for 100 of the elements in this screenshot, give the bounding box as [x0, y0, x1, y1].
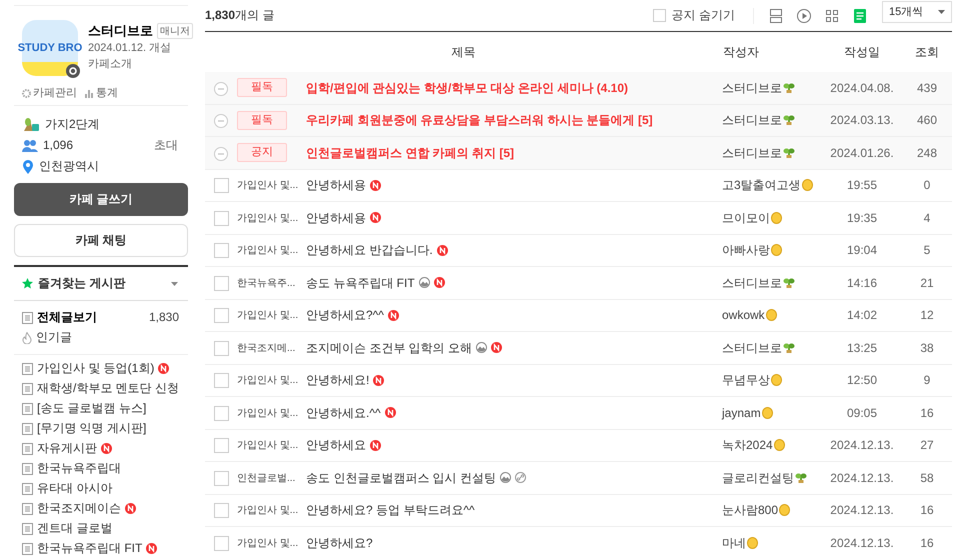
post-title[interactable]: 안녕하세용 [306, 210, 366, 226]
row-checkbox[interactable] [214, 536, 228, 551]
board-link[interactable]: 한국뉴욕주립대 [37, 461, 121, 476]
favorites-title: 즐겨찾는 게시판 [38, 275, 126, 292]
board-icon [22, 542, 33, 554]
author-name[interactable]: 므이모이 [722, 210, 770, 226]
board-name[interactable]: 가입인사 및... [237, 375, 298, 386]
author-name[interactable]: owkowk [722, 307, 765, 324]
board-icon [22, 462, 33, 474]
stats-link[interactable]: 통계 [96, 86, 118, 100]
play-view-icon[interactable] [796, 8, 812, 24]
post-title[interactable]: 안녕하세요? 등업 부탁드려요^^ [306, 502, 475, 518]
view-count: 21 [920, 276, 934, 290]
post-title[interactable]: 안녕하세요 [306, 437, 366, 454]
author-name[interactable]: 글로리컨설팅 [722, 470, 794, 486]
board-link[interactable]: 유타대 아시아 [37, 481, 112, 496]
board-link[interactable]: 자유게시판 [37, 441, 97, 456]
board-name[interactable]: 가입인사 및... [237, 212, 298, 224]
row-checkbox[interactable] [214, 178, 228, 194]
post-title[interactable]: 안녕하세요! [306, 372, 370, 388]
board-link[interactable]: 재학생/학부모 멘토단 신청 [37, 381, 180, 396]
post-title[interactable]: 안녕하세요? [306, 534, 373, 551]
author-name[interactable]: 스터디브로 [722, 340, 782, 356]
row-checkbox[interactable] [214, 438, 228, 454]
board-link[interactable]: 겐트대 글로벌 [37, 521, 112, 536]
view-count: 460 [916, 113, 938, 128]
view-count: 16 [920, 406, 934, 420]
cafe-chat-button[interactable]: 카페 채팅 [14, 224, 188, 257]
author-name[interactable]: 녹차2024 [722, 437, 773, 454]
post-title[interactable]: 송도 인천글로벌캠퍼스 입시 컨설팅 [306, 470, 496, 486]
author-name[interactable]: 고3탈출여고생 [722, 177, 801, 194]
post-title[interactable]: 안녕하세용 [306, 177, 366, 194]
row-checkbox[interactable] [214, 210, 228, 226]
board-link[interactable]: [무기명 익명 게시판] [37, 421, 146, 436]
board-name[interactable]: 인천글로벌... [237, 472, 296, 484]
cafe-intro-link[interactable]: 카페소개 [88, 56, 193, 72]
grid-view-icon[interactable] [824, 8, 840, 24]
author-name[interactable]: 마네 [722, 534, 746, 551]
board-link[interactable]: [송도 글로벌캠 뉴스] [37, 401, 146, 416]
row-checkbox[interactable] [214, 340, 228, 356]
caret-icon [938, 10, 945, 14]
board-name[interactable]: 한국뉴욕주... [237, 278, 296, 289]
list-view-icon[interactable] [852, 8, 868, 24]
row-checkbox[interactable] [214, 243, 228, 258]
row-checkbox[interactable] [214, 470, 228, 486]
author-name[interactable]: 눈사람800 [722, 502, 778, 518]
caret-icon[interactable] [171, 282, 178, 286]
row-checkbox[interactable] [214, 308, 228, 324]
board-name[interactable]: 가입인사 및... [237, 310, 298, 322]
post-date: 2024.01.26. [830, 146, 894, 160]
board-name[interactable]: 가입인사 및... [237, 180, 298, 192]
post-title[interactable]: 안녕하세요.^^ [306, 404, 381, 421]
write-post-button[interactable]: 카페 글쓰기 [14, 183, 188, 216]
post-title[interactable]: 안녕하세요?^^ [306, 307, 384, 324]
row-checkbox[interactable] [214, 276, 228, 291]
row-checkbox[interactable] [214, 406, 228, 421]
invite-link[interactable]: 초대 [154, 137, 178, 154]
row-checkbox[interactable] [214, 373, 228, 388]
notice-tag: 필독 [237, 110, 287, 130]
hide-notice-checkbox[interactable] [652, 9, 666, 22]
post-title[interactable]: 조지메이슨 조건부 입학의 오해 [306, 340, 472, 356]
collapse-icon[interactable] [214, 114, 228, 128]
board-link[interactable]: 한국조지메이슨 [37, 501, 121, 516]
post-date: 14:02 [846, 308, 878, 322]
post-date: 2024.12.13. [830, 503, 894, 518]
hide-notice-label[interactable]: 공지 숨기기 [672, 7, 735, 24]
board-link[interactable]: 가입인사 및 등업(1회) [37, 361, 154, 376]
settings-icon[interactable] [66, 64, 80, 78]
post-date: 2024.04.08. [830, 80, 894, 95]
board-name[interactable]: 가입인사 및... [237, 538, 298, 549]
role-label: 매니저 [157, 23, 193, 39]
post-title[interactable]: 송도 뉴욕주립대 FIT [306, 274, 415, 291]
page-size-dropdown[interactable]: 15개씩 [882, 0, 952, 22]
member-level: 가지2단계 [45, 116, 100, 133]
author-name[interactable]: 스터디브로 [722, 274, 782, 291]
collapse-icon[interactable] [214, 146, 228, 161]
column-header: 작성일 [844, 44, 880, 58]
board-name[interactable]: 한국조지메... [237, 342, 296, 354]
author-name[interactable]: 무념무상 [722, 372, 770, 388]
board-name[interactable]: 가입인사 및... [237, 440, 298, 452]
post-date: 19:04 [846, 243, 878, 258]
location-text: 인천광역시 [39, 158, 99, 175]
board-link[interactable]: 한국뉴욕주립대 FIT [37, 541, 142, 556]
cafe-manage-link[interactable]: 카페관리 [33, 86, 77, 100]
card-view-icon[interactable] [768, 8, 784, 24]
board-link[interactable]: 전체글보기 [37, 309, 97, 326]
board-name[interactable]: 가입인사 및... [237, 245, 298, 256]
row-checkbox[interactable] [214, 503, 228, 518]
board-name[interactable]: 가입인사 및... [237, 505, 298, 516]
author-name[interactable]: 아빠사랑 [722, 242, 770, 258]
cafe-name[interactable]: 스터디브로 [88, 22, 153, 40]
board-icon [22, 382, 33, 394]
board-link[interactable]: 인기글 [36, 329, 72, 346]
view-count: 9 [924, 373, 930, 388]
post-total: 1,830개의 글 [205, 7, 274, 24]
post-title[interactable]: 안녕하세요 반갑습니다. [306, 242, 433, 258]
collapse-icon[interactable] [214, 82, 228, 96]
sprout-level-icon [22, 117, 40, 132]
board-name[interactable]: 가입인사 및... [237, 408, 298, 419]
author-name[interactable]: jaynam [722, 404, 761, 421]
